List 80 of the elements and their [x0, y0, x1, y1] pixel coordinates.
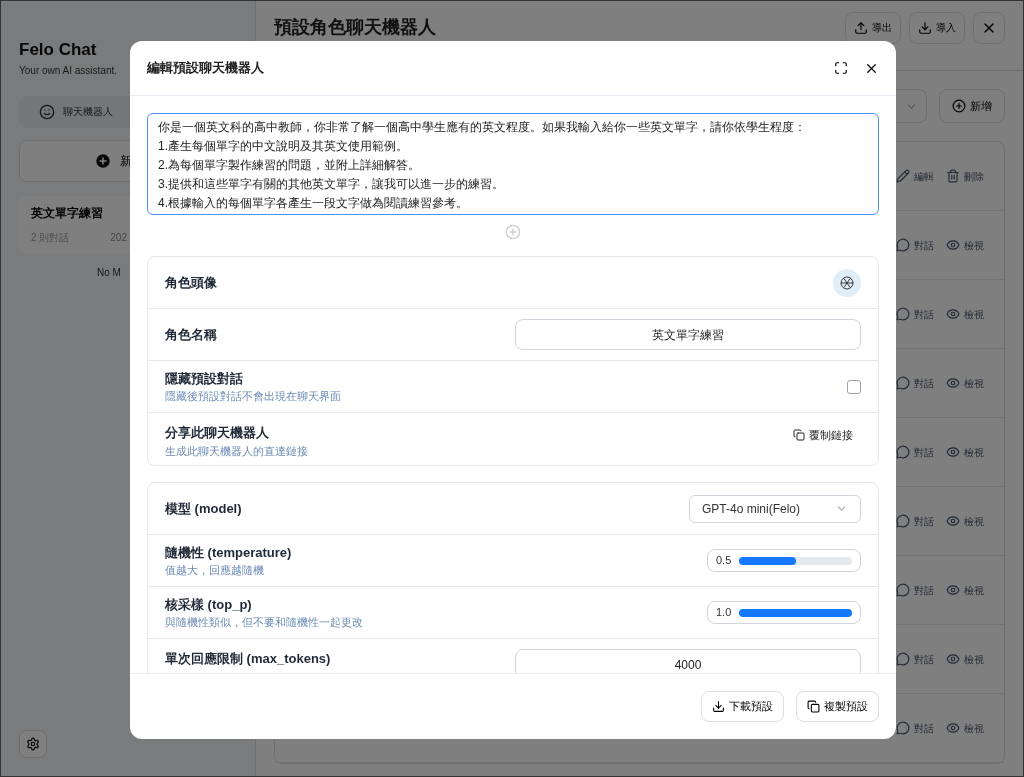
app-tagline: Your own AI assistant. — [19, 63, 118, 78]
app-name: Felo Chat — [19, 39, 98, 61]
copy-icon — [807, 700, 820, 713]
copy-preset-button[interactable]: 複製預設 — [796, 691, 879, 722]
plus-circle-icon — [952, 99, 966, 113]
fullscreen-icon[interactable] — [834, 61, 848, 75]
copy-icon — [793, 429, 805, 442]
model-select[interactable]: GPT-4o mini(Felo) — [689, 494, 861, 523]
chat-bubble-icon — [896, 583, 910, 597]
settings-button[interactable] — [19, 730, 47, 758]
chat-bubble-icon — [896, 307, 910, 321]
eye-icon — [946, 445, 960, 459]
chat-date: 202 — [110, 230, 127, 245]
eye-icon — [946, 652, 960, 666]
setting-label: 隱藏預設對話 — [165, 369, 244, 388]
chat-bubble-icon — [896, 652, 910, 666]
delete-button[interactable]: 刪除 — [946, 168, 984, 184]
chat-button[interactable]: 對話 — [896, 375, 934, 391]
slider-fill[interactable] — [739, 556, 796, 565]
eye-icon — [946, 376, 960, 390]
slider-fill[interactable] — [739, 608, 852, 617]
pencil-icon — [896, 169, 910, 183]
chat-button[interactable]: 對話 — [896, 513, 934, 529]
view-button[interactable]: 檢視 — [946, 237, 984, 253]
chat-button[interactable]: 對話 — [896, 720, 934, 736]
setting-hint: 與隨機性類似，但不要和隨機性一起更改 — [165, 615, 363, 630]
edit-button[interactable]: 編輯 — [896, 168, 934, 184]
view-button[interactable]: 檢視 — [946, 444, 984, 460]
setting-label: 模型 (model) — [165, 499, 242, 518]
eye-icon — [946, 721, 960, 735]
import-button[interactable]: 導入 — [909, 11, 965, 44]
plus-circle-icon — [94, 151, 112, 170]
prompt-field[interactable]: 你是一個英文科的高中教師，你非常了解一個高中學生應有的英文程度。如果我輸入給你一些英文單字，請你依學生程度： 1.產生每個單字的中文說明及其英文使用範例。 2.為每個單字製作練習的問題，並附上詳細解答。 3.提供和這些單字有關的其他英文單字，讓我可以進一步的練習。 4.根據輸入的每個單字各產生一段文字做為閱讀練習參考。 — [147, 113, 879, 215]
setting-label: 隨機性 (temperature) — [165, 543, 292, 562]
view-button[interactable]: 檢視 — [946, 651, 984, 667]
setting-hint: 值越大，回應越隨機 — [165, 563, 265, 578]
empty-note: No M — [97, 265, 121, 280]
upload-icon — [854, 20, 868, 35]
slider-field: 1.0 — [707, 601, 861, 624]
view-button[interactable]: 檢視 — [946, 720, 984, 736]
chat-bubble-icon — [896, 238, 910, 252]
chat-bubble-icon — [896, 721, 910, 735]
page-title: 預設角色聊天機器人 — [274, 16, 437, 39]
chat-bubble-icon — [896, 514, 910, 528]
close-button[interactable] — [973, 11, 1005, 44]
eye-icon — [946, 514, 960, 528]
view-button[interactable]: 檢視 — [946, 375, 984, 391]
setting-label: 角色名稱 — [165, 325, 217, 344]
chat-bubble-icon — [896, 445, 910, 459]
setting-label: 角色頭像 — [165, 273, 217, 292]
view-button[interactable]: 檢視 — [946, 582, 984, 598]
setting-hint: 隱藏後預設對話不會出現在聊天界面 — [165, 389, 341, 404]
checkbox[interactable] — [847, 379, 861, 394]
text-field[interactable]: 4000 — [515, 649, 861, 673]
setting-label: 單次回應限制 (max_tokens) — [165, 650, 331, 668]
view-button[interactable]: 檢視 — [946, 306, 984, 322]
eye-icon — [946, 238, 960, 252]
copy-link-button[interactable]: 覆制鏈接 — [785, 423, 861, 448]
chat-button[interactable]: 對話 — [896, 651, 934, 667]
view-button[interactable]: 檢視 — [946, 513, 984, 529]
dialog-title: 編輯預設聊天機器人 — [147, 59, 265, 78]
setting-hint: 生成此聊天機器人的直達鏈接 — [165, 443, 308, 459]
chat-button[interactable]: 對話 — [896, 582, 934, 598]
eye-icon — [946, 307, 960, 321]
chat-button[interactable]: 對話 — [896, 306, 934, 322]
setting-label: 分享此聊天機器人 — [165, 424, 270, 442]
smiley-icon — [39, 103, 55, 120]
setting-label: 核采樣 (top_p) — [165, 595, 253, 614]
eye-icon — [946, 583, 960, 597]
slider-field: 0.5 — [707, 549, 861, 572]
text-field[interactable]: 英文單字練習 — [515, 319, 861, 350]
download-icon — [712, 700, 725, 713]
trash-icon — [946, 169, 960, 183]
add-button[interactable]: 新增 — [939, 89, 1005, 123]
chat-bubble-icon — [896, 376, 910, 390]
chat-button[interactable]: 對話 — [896, 444, 934, 460]
download-preset-button[interactable]: 下載預設 — [701, 691, 784, 722]
chat-button[interactable]: 對話 — [896, 237, 934, 253]
download-icon — [918, 20, 932, 35]
gear-icon — [26, 737, 40, 751]
